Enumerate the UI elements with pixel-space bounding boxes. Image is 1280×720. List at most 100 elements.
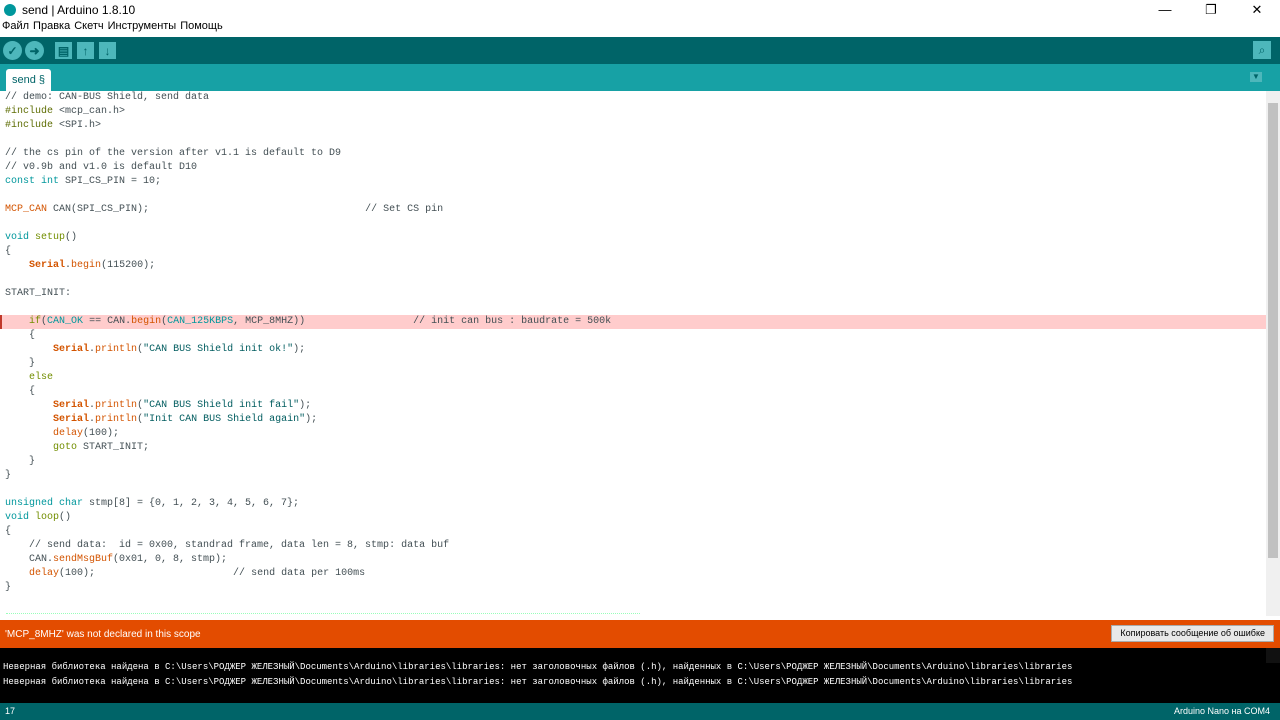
code-token: Serial — [53, 344, 90, 355]
code-line: Serial.println("CAN BUS Shield init fail… — [0, 399, 1266, 413]
code-token: { — [5, 526, 12, 537]
code-line: MCP_CAN CAN(SPI_CS_PIN); // Set CS pin — [0, 203, 1266, 217]
code-token: goto — [53, 442, 78, 453]
code-token: } — [5, 470, 12, 481]
code-token: Serial — [53, 400, 90, 411]
code-token: delay — [53, 428, 84, 439]
code-line: const int SPI_CS_PIN = 10; — [0, 175, 1266, 189]
console-scrollbar[interactable] — [1266, 648, 1280, 663]
code-token: else — [29, 372, 54, 383]
code-line: { — [0, 525, 1266, 539]
maximize-button[interactable]: ❐ — [1188, 0, 1234, 20]
code-token: == CAN. — [83, 316, 132, 327]
code-token: CAN_125KBPS — [167, 316, 234, 327]
code-token: // demo: CAN-BUS Shield, send data — [5, 92, 210, 103]
menu-sketch[interactable]: Скетч — [74, 20, 103, 36]
code-line: delay(100); — [0, 427, 1266, 441]
save-button[interactable]: ↓ — [99, 42, 116, 59]
code-token: { — [5, 386, 36, 397]
code-token: #include — [5, 106, 60, 117]
code-line: } — [0, 469, 1266, 483]
code-line: START_INIT: — [0, 287, 1266, 301]
code-token: } — [5, 358, 36, 369]
minimize-button[interactable]: — — [1142, 0, 1188, 20]
code-line: delay(100); // send data per 100ms — [0, 567, 1266, 581]
code-token: CAN. — [5, 554, 54, 565]
code-token: ); — [293, 344, 306, 355]
console-line: Неверная библиотека найдена в C:\Users\Р… — [3, 677, 1073, 687]
serial-monitor-button[interactable]: ⌕ — [1253, 41, 1271, 59]
upload-button[interactable]: ➜ — [25, 41, 44, 60]
code-token: void — [5, 512, 30, 523]
code-line: CAN.sendMsgBuf(0x01, 0, 8, stmp); — [0, 553, 1266, 567]
code-token: CAN(SPI_CS_PIN); // Set CS pin — [47, 204, 444, 215]
error-message: 'MCP_8MHZ' was not declared in this scop… — [5, 629, 201, 640]
code-token: START_INIT: — [5, 288, 72, 299]
code-token: MCP_CAN — [5, 204, 48, 215]
code-line: // the cs pin of the version after v1.1 … — [0, 147, 1266, 161]
code-editor[interactable]: // demo: CAN-BUS Shield, send data #inclu… — [0, 91, 1266, 616]
code-token: , MCP_8MHZ)) // init can bus : baudrate … — [233, 316, 612, 327]
code-token: // send data: id = 0x00, standrad frame,… — [5, 540, 450, 551]
close-button[interactable]: ✕ — [1234, 0, 1280, 20]
code-token: CAN_OK — [47, 316, 84, 327]
menu-tools[interactable]: Инструменты — [108, 20, 177, 36]
editor-scrollbar[interactable] — [1266, 91, 1280, 616]
code-line: } — [0, 455, 1266, 469]
code-line: { — [0, 245, 1266, 259]
new-button[interactable]: ▤ — [55, 42, 72, 59]
code-token: // the cs pin of the version after v1.1 … — [5, 148, 342, 159]
code-line: // v0.9b and v1.0 is default D10 — [0, 161, 1266, 175]
code-line: #include <mcp_can.h> — [0, 105, 1266, 119]
menu-bar: Файл Правка Скетч Инструменты Помощь — [0, 20, 1280, 36]
code-token: const int — [5, 176, 60, 187]
code-token: loop — [35, 512, 60, 523]
code-line: #include <SPI.h> — [0, 119, 1266, 133]
menu-edit[interactable]: Правка — [33, 20, 70, 36]
code-token: println — [95, 414, 138, 425]
console-line: Неверная библиотека найдена в C:\Users\Р… — [3, 662, 1073, 672]
tab-menu-button[interactable]: ▼ — [1250, 72, 1262, 82]
tab-send[interactable]: send § — [6, 69, 51, 91]
code-line: { — [0, 329, 1266, 343]
copy-error-button[interactable]: Копировать сообщение об ошибке — [1111, 625, 1274, 642]
verify-button[interactable]: ✓ — [3, 41, 22, 60]
code-line: } — [0, 357, 1266, 371]
code-token: "CAN BUS Shield init fail" — [143, 400, 300, 411]
divider — [6, 613, 640, 614]
code-line: // send data: id = 0x00, standrad frame,… — [0, 539, 1266, 553]
code-token: <SPI.h> — [59, 120, 102, 131]
code-token: () — [65, 232, 78, 243]
code-token: ); — [299, 400, 312, 411]
code-token: START_INIT; — [77, 442, 150, 453]
code-line-error: if(CAN_OK == CAN.begin(CAN_125KBPS, MCP_… — [0, 315, 1266, 329]
menu-file[interactable]: Файл — [2, 20, 29, 36]
open-button[interactable]: ↑ — [77, 42, 94, 59]
code-token: sendMsgBuf — [53, 554, 114, 565]
scrollbar-thumb[interactable] — [1268, 103, 1278, 558]
code-token: (100); — [83, 428, 120, 439]
code-line: { — [0, 385, 1266, 399]
menu-help[interactable]: Помощь — [180, 20, 223, 36]
code-token: ); — [305, 414, 318, 425]
code-token: setup — [35, 232, 66, 243]
code-token: } — [5, 456, 36, 467]
code-token: { — [5, 246, 12, 257]
code-token: (100); // send data per 100ms — [59, 568, 366, 579]
error-bar: 'MCP_8MHZ' was not declared in this scop… — [0, 620, 1280, 648]
code-line: } — [0, 581, 1266, 595]
code-token: #include — [5, 120, 60, 131]
window-title: send | Arduino 1.8.10 — [22, 3, 136, 17]
board-port: Arduino Nano на COM4 — [1173, 706, 1270, 716]
code-line: // demo: CAN-BUS Shield, send data — [0, 91, 1266, 105]
line-number: 17 — [5, 706, 16, 716]
